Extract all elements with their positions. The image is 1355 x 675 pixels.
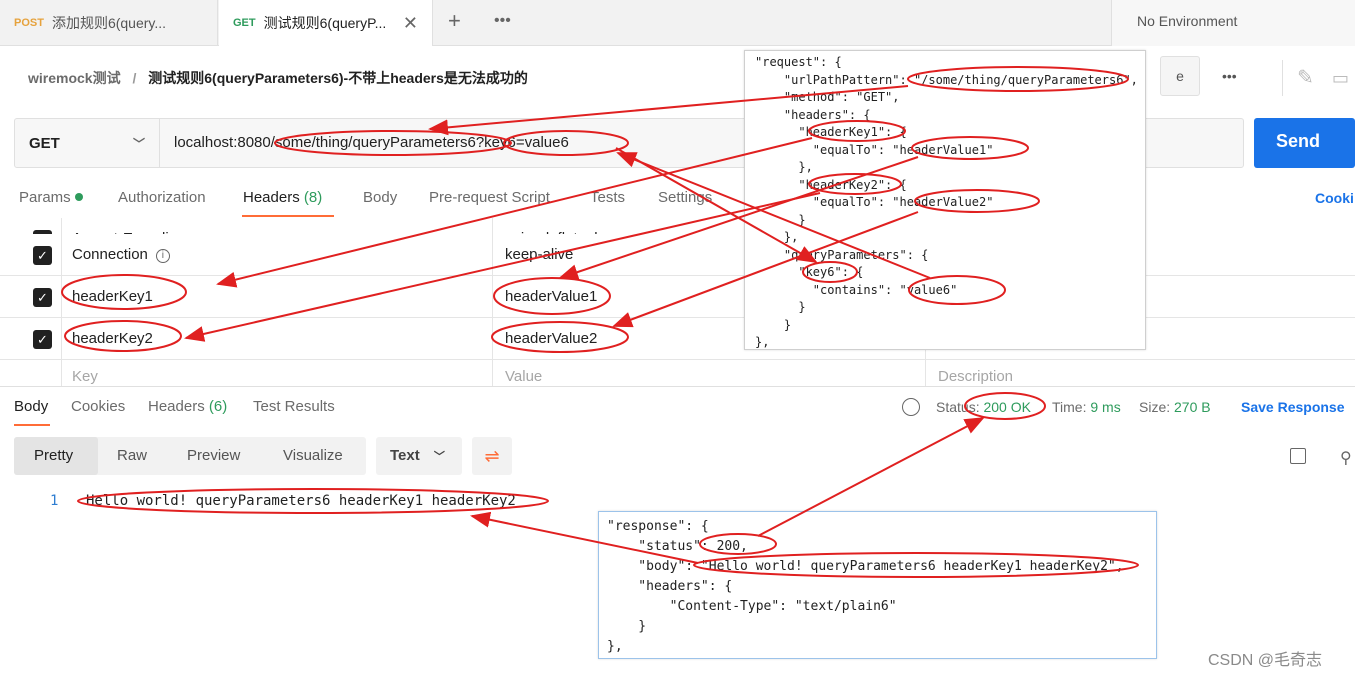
annotation-arrow bbox=[616, 152, 931, 279]
watermark: CSDN @毛奇志 bbox=[1208, 652, 1323, 669]
annotation-ellipse bbox=[503, 130, 629, 156]
annotation-ellipse bbox=[964, 392, 1046, 420]
postman-window: POST 添加规则6(query... GET 测试规则6(queryP... … bbox=[0, 0, 1355, 675]
annotation-ellipse bbox=[693, 552, 1139, 578]
annotation-ellipse bbox=[493, 277, 611, 315]
annotation-ellipse bbox=[808, 173, 902, 195]
annotation-ellipse bbox=[77, 488, 549, 514]
annotation-arrow bbox=[470, 511, 699, 564]
annotation-ellipse bbox=[907, 66, 1129, 92]
annotation-ellipse bbox=[64, 320, 182, 352]
annotation-ellipse bbox=[274, 130, 512, 156]
annotation-ellipse bbox=[908, 275, 1006, 305]
annotation-ellipse bbox=[911, 136, 1029, 160]
annotation-arrow bbox=[615, 147, 818, 263]
annotation-ellipse bbox=[914, 189, 1040, 213]
annotation-overlay bbox=[61, 66, 1139, 578]
annotation-ellipse bbox=[491, 321, 629, 353]
annotation-arrow bbox=[757, 417, 985, 537]
annotation-ellipse bbox=[699, 533, 777, 555]
annotation-ellipse bbox=[802, 261, 858, 283]
annotation-ellipse bbox=[808, 120, 906, 142]
annotation-ellipse bbox=[61, 274, 187, 310]
